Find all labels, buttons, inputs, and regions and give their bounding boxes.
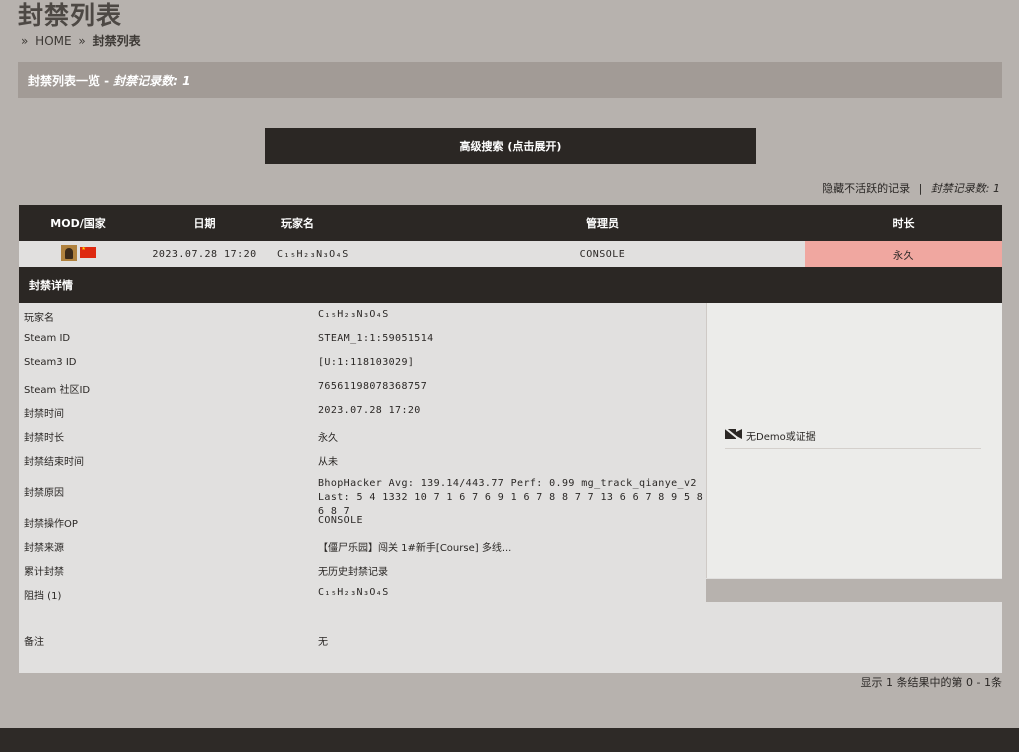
detail-value: CONSOLE bbox=[318, 515, 363, 526]
detail-value: 【僵尸乐园】闯关 1#新手[Course] 多线... bbox=[318, 543, 512, 554]
detail-value[interactable]: 76561198078368757 bbox=[318, 381, 427, 392]
record-count: 封禁记录数: 1 bbox=[930, 182, 1000, 195]
breadcrumb: » HOME » 封禁列表 bbox=[18, 32, 141, 49]
mod-country-cell bbox=[19, 241, 137, 267]
column-header-admin[interactable]: 管理员 bbox=[400, 205, 805, 241]
detail-value[interactable]: STEAM_1:1:59051514 bbox=[318, 333, 434, 344]
detail-value: C₁₅H₂₃N₃O₄S bbox=[318, 309, 389, 320]
detail-key: 封禁来源 bbox=[24, 543, 64, 554]
detail-value: 永久 bbox=[318, 433, 338, 444]
ban-reason-line-1: BhopHacker Avg: 139.14/443.77 Perf: 0.99… bbox=[318, 478, 697, 489]
ban-table: MOD/国家 日期 玩家名 管理员 时长 2023.07.28 17:20 C₁… bbox=[19, 205, 1002, 267]
breadcrumb-separator: » bbox=[21, 34, 29, 48]
table-header-row: MOD/国家 日期 玩家名 管理员 时长 bbox=[19, 205, 1002, 241]
list-toolbar: 隐藏不活跃的记录 | 封禁记录数: 1 bbox=[822, 180, 1000, 196]
detail-key: Steam 社区ID bbox=[24, 385, 91, 396]
detail-key: Steam ID bbox=[24, 333, 71, 344]
game-mod-icon bbox=[60, 244, 77, 261]
ban-detail-panel: 封禁详情 玩家名 C₁₅H₂₃N₃O₄S Steam ID STEAM_1:1:… bbox=[19, 267, 1002, 673]
panel-divider bbox=[706, 579, 1002, 602]
breadcrumb-separator: » bbox=[78, 34, 86, 48]
length-cell: 永久 bbox=[805, 241, 1002, 267]
player-cell: C₁₅H₂₃N₃O₄S bbox=[272, 241, 400, 267]
china-flag-icon bbox=[79, 244, 96, 258]
ban-list-header: 封禁列表一览 - 封禁记录数: 1 bbox=[18, 62, 1002, 98]
ban-reason-line-2: Last: 5 4 1332 10 7 1 6 7 6 9 1 6 7 8 8 … bbox=[318, 492, 704, 517]
toolbar-separator: | bbox=[918, 182, 923, 195]
detail-value: 2023.07.28 17:20 bbox=[318, 405, 421, 416]
ban-detail-title: 封禁详情 bbox=[19, 267, 1002, 303]
detail-key: 备注 bbox=[24, 637, 44, 648]
date-cell: 2023.07.28 17:20 bbox=[137, 241, 272, 267]
detail-value: C₁₅H₂₃N₃O₄S bbox=[318, 587, 389, 598]
column-header-player[interactable]: 玩家名 bbox=[272, 205, 400, 241]
detail-key: 封禁时长 bbox=[24, 433, 64, 444]
page-title: 封禁列表 bbox=[18, 1, 123, 30]
column-header-date[interactable]: 日期 bbox=[137, 205, 272, 241]
detail-key: 封禁操作OP bbox=[24, 519, 78, 530]
demo-label: 无Demo或证据 bbox=[746, 432, 816, 443]
admin-cell: CONSOLE bbox=[400, 241, 805, 267]
detail-key: 封禁原因 bbox=[24, 488, 64, 499]
detail-key: 玩家名 bbox=[24, 313, 54, 324]
ban-detail-body: 玩家名 C₁₅H₂₃N₃O₄S Steam ID STEAM_1:1:59051… bbox=[19, 303, 1002, 673]
no-video-icon bbox=[725, 428, 742, 440]
detail-key: 阻挡 (1) bbox=[24, 591, 62, 602]
column-header-length[interactable]: 时长 bbox=[805, 205, 1002, 241]
breadcrumb-home-link[interactable]: HOME bbox=[35, 34, 71, 48]
detail-key: 封禁时间 bbox=[24, 409, 64, 420]
page-footer bbox=[0, 728, 1019, 752]
detail-value: 无历史封禁记录 bbox=[318, 567, 388, 578]
breadcrumb-current: 封禁列表 bbox=[92, 34, 141, 48]
demo-panel: 无Demo或证据 bbox=[706, 303, 1002, 578]
detail-key: 累计封禁 bbox=[24, 567, 64, 578]
ban-list-title: 封禁列表一览 - bbox=[28, 73, 110, 88]
detail-value: 从未 bbox=[318, 457, 338, 468]
detail-key: 封禁结束时间 bbox=[24, 457, 84, 468]
ban-count: 封禁记录数: 1 bbox=[113, 73, 191, 88]
detail-value: BhopHacker Avg: 139.14/443.77 Perf: 0.99… bbox=[318, 477, 705, 519]
pagination-info: 显示 1 条结果中的第 0 - 1条 bbox=[860, 676, 1002, 689]
table-row[interactable]: 2023.07.28 17:20 C₁₅H₂₃N₃O₄S CONSOLE 永久 bbox=[19, 241, 1002, 267]
hide-inactive-link[interactable]: 隐藏不活跃的记录 bbox=[822, 182, 910, 195]
detail-value[interactable]: [U:1:118103029] bbox=[318, 357, 414, 368]
detail-value: 无 bbox=[318, 637, 328, 648]
detail-key: Steam3 ID bbox=[24, 357, 77, 368]
column-header-mod-country[interactable]: MOD/国家 bbox=[19, 205, 137, 241]
demo-status: 无Demo或证据 bbox=[725, 428, 981, 449]
advanced-search-button[interactable]: 高级搜索 (点击展开) bbox=[265, 128, 756, 164]
